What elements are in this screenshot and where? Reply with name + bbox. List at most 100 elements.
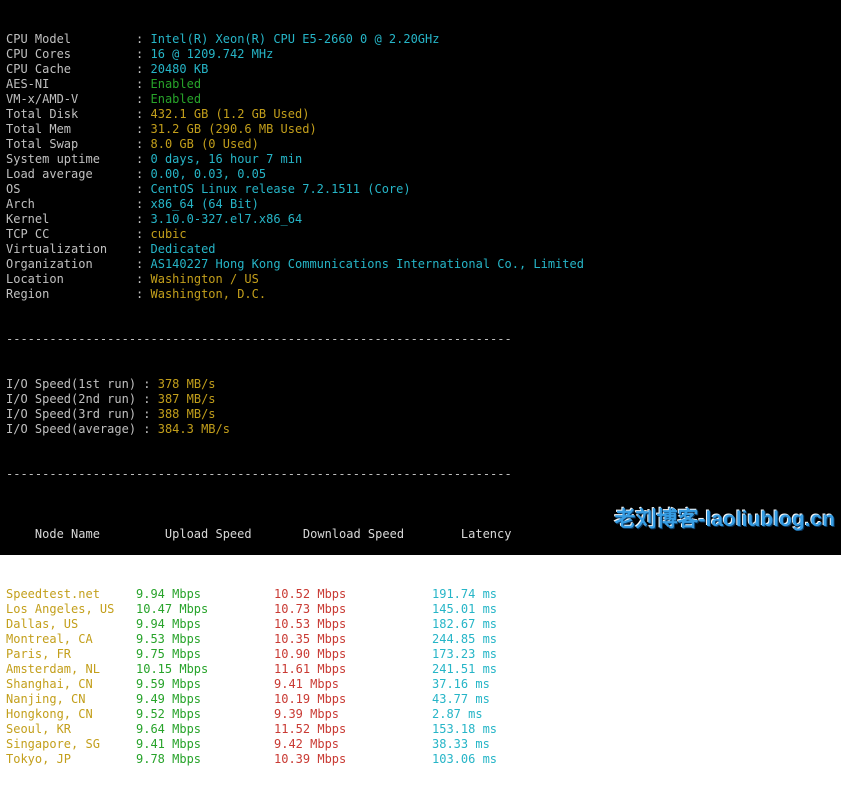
header-upload: Upload Speed — [165, 527, 303, 542]
colon: : — [136, 197, 150, 211]
table-row: Paris, FR9.75 Mbps10.90 Mbps173.23 ms — [6, 647, 835, 662]
cell-upload: 9.94 Mbps — [136, 617, 274, 632]
system-info-block: CPU Model : Intel(R) Xeon(R) CPU E5-2660… — [6, 32, 835, 302]
io-label: I/O Speed(average) — [6, 422, 143, 437]
cell-upload: 9.64 Mbps — [136, 722, 274, 737]
table-row: Tokyo, JP9.78 Mbps10.39 Mbps103.06 ms — [6, 752, 835, 767]
header-download: Download Speed — [303, 527, 461, 542]
info-value: Enabled — [151, 77, 202, 91]
cell-latency: 244.85 ms — [432, 632, 497, 647]
info-value: 8.0 GB (0 Used) — [151, 137, 259, 151]
info-label: Kernel — [6, 212, 136, 227]
table-row: Singapore, SG9.41 Mbps9.42 Mbps38.33 ms — [6, 737, 835, 752]
info-row: Virtualization : Dedicated — [6, 242, 835, 257]
colon: : — [136, 257, 150, 271]
cell-upload: 9.75 Mbps — [136, 647, 274, 662]
info-row: Organization : AS140227 Hong Kong Commun… — [6, 257, 835, 272]
info-label: Total Disk — [6, 107, 136, 122]
info-value: CentOS Linux release 7.2.1511 (Core) — [151, 182, 411, 196]
info-value: Washington, D.C. — [151, 287, 267, 301]
colon: : — [143, 392, 157, 406]
io-row: I/O Speed(3rd run) : 388 MB/s — [6, 407, 835, 422]
info-label: Total Mem — [6, 122, 136, 137]
cell-download: 10.53 Mbps — [274, 617, 432, 632]
colon: : — [143, 422, 157, 436]
cell-latency: 2.87 ms — [432, 707, 483, 722]
cell-node: Speedtest.net — [6, 587, 136, 602]
info-value: 0.00, 0.03, 0.05 — [151, 167, 267, 181]
info-label: Load average — [6, 167, 136, 182]
cell-upload: 9.52 Mbps — [136, 707, 274, 722]
cell-download: 10.19 Mbps — [274, 692, 432, 707]
terminal-output: CPU Model : Intel(R) Xeon(R) CPU E5-2660… — [0, 0, 841, 555]
colon: : — [136, 122, 150, 136]
colon: : — [136, 242, 150, 256]
colon: : — [136, 272, 150, 286]
cell-latency: 145.01 ms — [432, 602, 497, 617]
colon: : — [136, 77, 150, 91]
header-latency: Latency — [461, 527, 512, 542]
table-row: Nanjing, CN9.49 Mbps10.19 Mbps43.77 ms — [6, 692, 835, 707]
info-value: 16 @ 1209.742 MHz — [151, 47, 274, 61]
info-row: CPU Cache : 20480 KB — [6, 62, 835, 77]
info-label: Virtualization — [6, 242, 136, 257]
cell-node: Dallas, US — [6, 617, 136, 632]
info-value: Dedicated — [151, 242, 216, 256]
cell-upload: 9.59 Mbps — [136, 677, 274, 692]
cell-download: 9.39 Mbps — [274, 707, 432, 722]
cell-latency: 43.77 ms — [432, 692, 490, 707]
cell-download: 10.52 Mbps — [274, 587, 432, 602]
info-row: OS : CentOS Linux release 7.2.1511 (Core… — [6, 182, 835, 197]
cell-node: Singapore, SG — [6, 737, 136, 752]
colon: : — [136, 92, 150, 106]
io-speed-block: I/O Speed(1st run) : 378 MB/sI/O Speed(2… — [6, 377, 835, 437]
info-row: VM-x/AMD-V : Enabled — [6, 92, 835, 107]
info-row: Region : Washington, D.C. — [6, 287, 835, 302]
cell-download: 11.61 Mbps — [274, 662, 432, 677]
info-row: CPU Cores : 16 @ 1209.742 MHz — [6, 47, 835, 62]
header-node: Node Name — [35, 527, 165, 542]
info-value: 20480 KB — [151, 62, 209, 76]
colon: : — [136, 62, 150, 76]
table-row: Hongkong, CN9.52 Mbps9.39 Mbps2.87 ms — [6, 707, 835, 722]
cell-node: Montreal, CA — [6, 632, 136, 647]
colon: : — [136, 47, 150, 61]
io-label: I/O Speed(3rd run) — [6, 407, 143, 422]
info-value: Enabled — [151, 92, 202, 106]
info-row: Location : Washington / US — [6, 272, 835, 287]
colon: : — [143, 377, 157, 391]
colon: : — [136, 107, 150, 121]
cell-latency: 241.51 ms — [432, 662, 497, 677]
cell-download: 9.41 Mbps — [274, 677, 432, 692]
cell-upload: 10.47 Mbps — [136, 602, 274, 617]
cell-node: Shanghai, CN — [6, 677, 136, 692]
cell-latency: 173.23 ms — [432, 647, 497, 662]
cell-node: Hongkong, CN — [6, 707, 136, 722]
info-label: AES-NI — [6, 77, 136, 92]
info-value: AS140227 Hong Kong Communications Intern… — [151, 257, 584, 271]
info-label: OS — [6, 182, 136, 197]
cell-node: Los Angeles, US — [6, 602, 136, 617]
colon: : — [136, 152, 150, 166]
cell-node: Amsterdam, NL — [6, 662, 136, 677]
io-value: 388 MB/s — [158, 407, 216, 421]
info-value: 31.2 GB (290.6 MB Used) — [151, 122, 317, 136]
info-row: System uptime : 0 days, 16 hour 7 min — [6, 152, 835, 167]
cell-upload: 9.41 Mbps — [136, 737, 274, 752]
info-row: Arch : x86_64 (64 Bit) — [6, 197, 835, 212]
table-row: Speedtest.net9.94 Mbps10.52 Mbps191.74 m… — [6, 587, 835, 602]
info-label: Total Swap — [6, 137, 136, 152]
cell-upload: 10.15 Mbps — [136, 662, 274, 677]
info-label: Arch — [6, 197, 136, 212]
info-label: System uptime — [6, 152, 136, 167]
info-value: Intel(R) Xeon(R) CPU E5-2660 0 @ 2.20GHz — [151, 32, 440, 46]
info-row: Load average : 0.00, 0.03, 0.05 — [6, 167, 835, 182]
info-label: TCP CC — [6, 227, 136, 242]
colon: : — [136, 167, 150, 181]
io-value: 384.3 MB/s — [158, 422, 230, 436]
colon: : — [136, 32, 150, 46]
colon: : — [136, 287, 150, 301]
table-row: Montreal, CA9.53 Mbps10.35 Mbps244.85 ms — [6, 632, 835, 647]
info-row: Total Swap : 8.0 GB (0 Used) — [6, 137, 835, 152]
info-value: Washington / US — [151, 272, 259, 286]
